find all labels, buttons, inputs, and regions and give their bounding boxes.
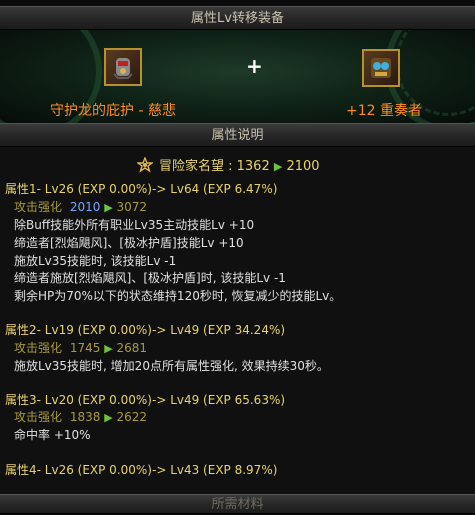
stat-from: 1745 bbox=[69, 341, 101, 355]
reputation-target: 2100 bbox=[286, 159, 320, 174]
attribute-2-line-1: 施放Lv35技能时, 增加20点所有属性强化, 效果持续30秒。 bbox=[14, 359, 329, 373]
attribute-1-line-3: 施放Lv35技能时, 该技能Lv -1 bbox=[14, 254, 177, 268]
stat-to: 2622 bbox=[116, 410, 148, 424]
stat-label: 攻击强化 bbox=[14, 341, 63, 355]
attribute-2-stat: 攻击强化 1745 ▶ 2681 bbox=[14, 340, 147, 357]
attribute-1-line-2: 缔造者[烈焰飓风]、[极冰护盾]技能Lv +10 bbox=[14, 236, 244, 250]
stat-from: 2010 bbox=[69, 200, 101, 214]
stat-from: 1838 bbox=[69, 410, 101, 424]
attribute-1-line-4: 缔造者施放[烈焰飓风]、[极冰护盾]时, 该技能Lv -1 bbox=[14, 271, 286, 285]
attribute-1-line-1: 除Buff技能外所有职业Lv35主动技能Lv +10 bbox=[14, 218, 255, 232]
required-materials-header: 所需材料 bbox=[0, 494, 475, 514]
plus-sign: + bbox=[246, 54, 263, 78]
attribute-2-title: 属性2- Lv19 (EXP 0.00%)-> Lv49 (EXP 34.24%… bbox=[5, 323, 286, 337]
attribute-description-header: 属性说明 bbox=[0, 123, 475, 147]
attribute-3-line-1: 命中率 +10% bbox=[14, 428, 91, 442]
stat-label: 攻击强化 bbox=[14, 200, 63, 214]
dragon-gauntlet-icon[interactable] bbox=[104, 48, 142, 86]
transfer-equipment-header: 属性Lv转移装备 bbox=[0, 6, 475, 30]
arrow-icon: ▶ bbox=[273, 160, 283, 173]
attribute-1-title: 属性1- Lv26 (EXP 0.00%)-> Lv64 (EXP 6.47%) bbox=[5, 182, 278, 196]
reputation-label: 冒险家名望 : 1362 bbox=[159, 159, 270, 174]
attribute-1-stat: 攻击强化 2010 ▶ 3072 bbox=[14, 199, 147, 216]
stat-to: 2681 bbox=[116, 341, 148, 355]
stat-to: 3072 bbox=[116, 200, 148, 214]
attribute-3-stat: 攻击强化 1838 ▶ 2622 bbox=[14, 409, 147, 426]
source-item-name: 守护龙的庇护 - 慈悲 bbox=[50, 103, 176, 119]
ornate-armor-icon[interactable] bbox=[362, 49, 400, 87]
arrow-icon: ▶ bbox=[104, 201, 113, 214]
attribute-4-title: 属性4- Lv26 (EXP 0.00%)-> Lv43 (EXP 8.97%) bbox=[5, 463, 278, 477]
arrow-icon: ▶ bbox=[104, 411, 113, 424]
attribute-3-title: 属性3- Lv20 (EXP 0.00%)-> Lv49 (EXP 65.63%… bbox=[5, 393, 286, 407]
target-item-name: +12 重奏者 bbox=[346, 103, 422, 119]
emblem-icon bbox=[135, 156, 155, 178]
reputation-row: 冒险家名望 : 1362 ▶ 2100 bbox=[135, 156, 320, 178]
arrow-icon: ▶ bbox=[104, 342, 113, 355]
stat-label: 攻击强化 bbox=[14, 410, 63, 424]
attribute-1-line-5: 剩余HP为70%以下的状态维持120秒时, 恢复减少的技能Lv。 bbox=[14, 289, 342, 303]
